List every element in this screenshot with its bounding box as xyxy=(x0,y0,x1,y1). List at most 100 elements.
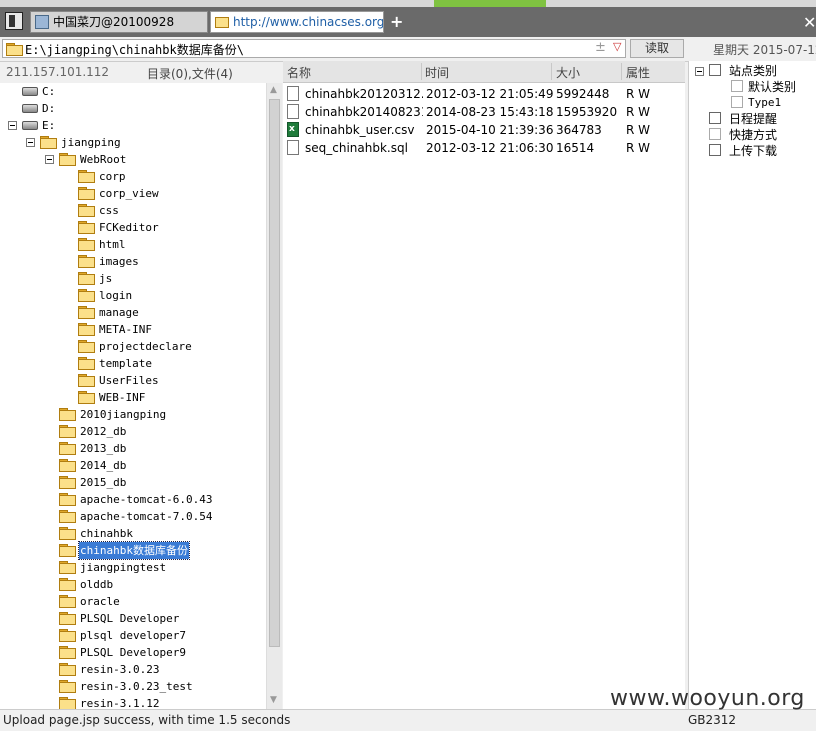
tree-node-label: WEB-INF xyxy=(99,391,146,404)
server-ip: 211.157.101.112 xyxy=(6,65,110,79)
folder-icon xyxy=(78,340,95,353)
column-time[interactable]: 时间 xyxy=(425,64,449,81)
folder-icon xyxy=(78,272,95,285)
tree-node-label: jiangpingtest xyxy=(80,561,167,574)
file-time: 2015-04-10 21:39:36 xyxy=(426,123,554,137)
site-category[interactable]: 站点类别 xyxy=(729,63,777,79)
tree-node-label: manage xyxy=(99,306,139,319)
collapse-icon[interactable] xyxy=(26,138,35,147)
calendar-icon xyxy=(709,112,721,124)
tree-node-label: apache-tomcat-7.0.54 xyxy=(80,510,213,523)
tree-scrollbar[interactable]: ▲ ▼ xyxy=(266,83,282,709)
folder-icon xyxy=(215,17,229,28)
window-menu-icon[interactable] xyxy=(5,12,23,30)
encoding-label[interactable]: GB2312 xyxy=(688,713,736,727)
add-tab-button[interactable]: + xyxy=(390,14,403,30)
scroll-up-icon[interactable]: ▲ xyxy=(270,85,277,95)
tree-node-label: 2012_db xyxy=(80,425,127,438)
folder-icon xyxy=(59,442,76,455)
file-row[interactable]: chinahbk2014082315... 2014-08-23 15:43:1… xyxy=(283,103,685,121)
column-divider xyxy=(421,63,422,80)
shortcut-icon xyxy=(709,128,721,140)
file-attr: R W xyxy=(626,123,651,137)
tree-node-label: images xyxy=(99,255,139,268)
collapse-icon[interactable] xyxy=(695,67,704,76)
file-name: chinahbk_user.csv xyxy=(305,123,415,137)
default-category[interactable]: 默认类别 xyxy=(748,79,796,95)
read-button[interactable]: 读取 xyxy=(630,39,684,58)
chevron-down-icon[interactable]: ▽ xyxy=(613,40,621,53)
tree-node-label: PLSQL Developer9 xyxy=(80,646,186,659)
file-size: 16514 xyxy=(556,141,595,155)
tree-node-label: D: xyxy=(42,102,56,115)
tree-node-label: META-INF xyxy=(99,323,152,336)
folder-icon xyxy=(78,255,95,268)
tree-node-label: WebRoot xyxy=(80,153,127,166)
drive-icon xyxy=(22,121,38,130)
tree-node-label: E: xyxy=(42,119,56,132)
tree-header: 211.157.101.112 目录(0),文件(4) xyxy=(0,61,280,83)
folder-icon xyxy=(78,204,95,217)
column-size[interactable]: 大小 xyxy=(556,64,580,81)
expand-icon[interactable]: ± xyxy=(595,40,606,55)
tab-chopper[interactable]: 中国菜刀@20100928 xyxy=(30,11,208,33)
folder-icon xyxy=(59,663,76,676)
file-list-header: 名称 时间 大小 属性 xyxy=(283,61,685,83)
upload-download[interactable]: 上传下载 xyxy=(729,143,777,159)
close-icon[interactable]: ✕ xyxy=(803,15,816,31)
file-row[interactable]: seq_chinahbk.sql 2012-03-12 21:06:30 165… xyxy=(283,139,685,157)
folder-icon xyxy=(78,170,95,183)
tree-node-label: html xyxy=(99,238,126,251)
folder-icon xyxy=(59,561,76,574)
folder-icon xyxy=(78,238,95,251)
tab-site[interactable]: http://www.chinacses.org:80... xyxy=(210,11,384,33)
file-time: 2014-08-23 15:43:18 xyxy=(426,105,554,119)
file-row[interactable]: chinahbk20120312.dmp 2012-03-12 21:05:49… xyxy=(283,85,685,103)
tree-node-label: apache-tomcat-6.0.43 xyxy=(80,493,213,506)
file-list: chinahbk20120312.dmp 2012-03-12 21:05:49… xyxy=(283,83,685,709)
folder-icon xyxy=(78,221,95,234)
address-bar: E:\jiangping\chinahbk数据库备份\ ± ▽ 读取 星期天 2… xyxy=(0,37,816,62)
status-bar: Upload page.jsp success, with time 1.5 s… xyxy=(0,709,816,731)
file-row[interactable]: chinahbk_user.csv 2015-04-10 21:39:36 36… xyxy=(283,120,685,139)
transfer-icon xyxy=(709,144,721,156)
folder-icon xyxy=(78,391,95,404)
type1-category[interactable]: Type1 xyxy=(748,95,781,111)
tree-node-label: 2015_db xyxy=(80,476,127,489)
collapse-icon[interactable] xyxy=(45,155,54,164)
scroll-down-icon[interactable]: ▼ xyxy=(270,695,277,705)
folder-icon xyxy=(59,697,76,709)
tree-node-label: js xyxy=(99,272,113,285)
collapse-icon[interactable] xyxy=(8,121,17,130)
column-name[interactable]: 名称 xyxy=(287,64,311,81)
tree-node-label: PLSQL Developer xyxy=(80,612,180,625)
excel-file-icon xyxy=(287,120,299,138)
shortcuts[interactable]: 快捷方式 xyxy=(729,127,777,143)
path-input[interactable]: E:\jiangping\chinahbk数据库备份\ ± ▽ xyxy=(2,39,626,58)
drive-icon xyxy=(22,104,38,113)
file-size: 5992448 xyxy=(556,87,610,101)
column-attr[interactable]: 属性 xyxy=(626,64,650,81)
folder-icon xyxy=(59,527,76,540)
tree-node-label: corp_view xyxy=(99,187,159,200)
tree-node-label: jiangping xyxy=(61,136,121,149)
folder-icon xyxy=(59,493,76,506)
tab-label: http://www.chinacses.org:80... xyxy=(233,15,384,29)
folder-icon xyxy=(40,136,57,149)
scroll-thumb[interactable] xyxy=(269,99,280,647)
folder-icon xyxy=(78,306,95,319)
site-panel: 站点类别 默认类别 Type1 日程提醒 快捷方式 上传下载 xyxy=(688,61,816,709)
schedule-reminder[interactable]: 日程提醒 xyxy=(729,111,777,127)
tree-node-label: corp xyxy=(99,170,126,183)
folder-icon xyxy=(59,408,76,421)
top-strip xyxy=(0,0,816,7)
folder-icon xyxy=(59,595,76,608)
tree-node-label: 2013_db xyxy=(80,442,127,455)
directory-tree: C: D: E: jiangping WebRoot corp corp_vie… xyxy=(0,83,266,709)
folder-icon xyxy=(59,425,76,438)
folder-icon xyxy=(78,374,95,387)
item-counts: 目录(0),文件(4) xyxy=(147,67,233,81)
drive-icon xyxy=(22,87,38,96)
watermark: www.wooyun.org xyxy=(610,686,805,711)
tree-node-label: UserFiles xyxy=(99,374,159,387)
